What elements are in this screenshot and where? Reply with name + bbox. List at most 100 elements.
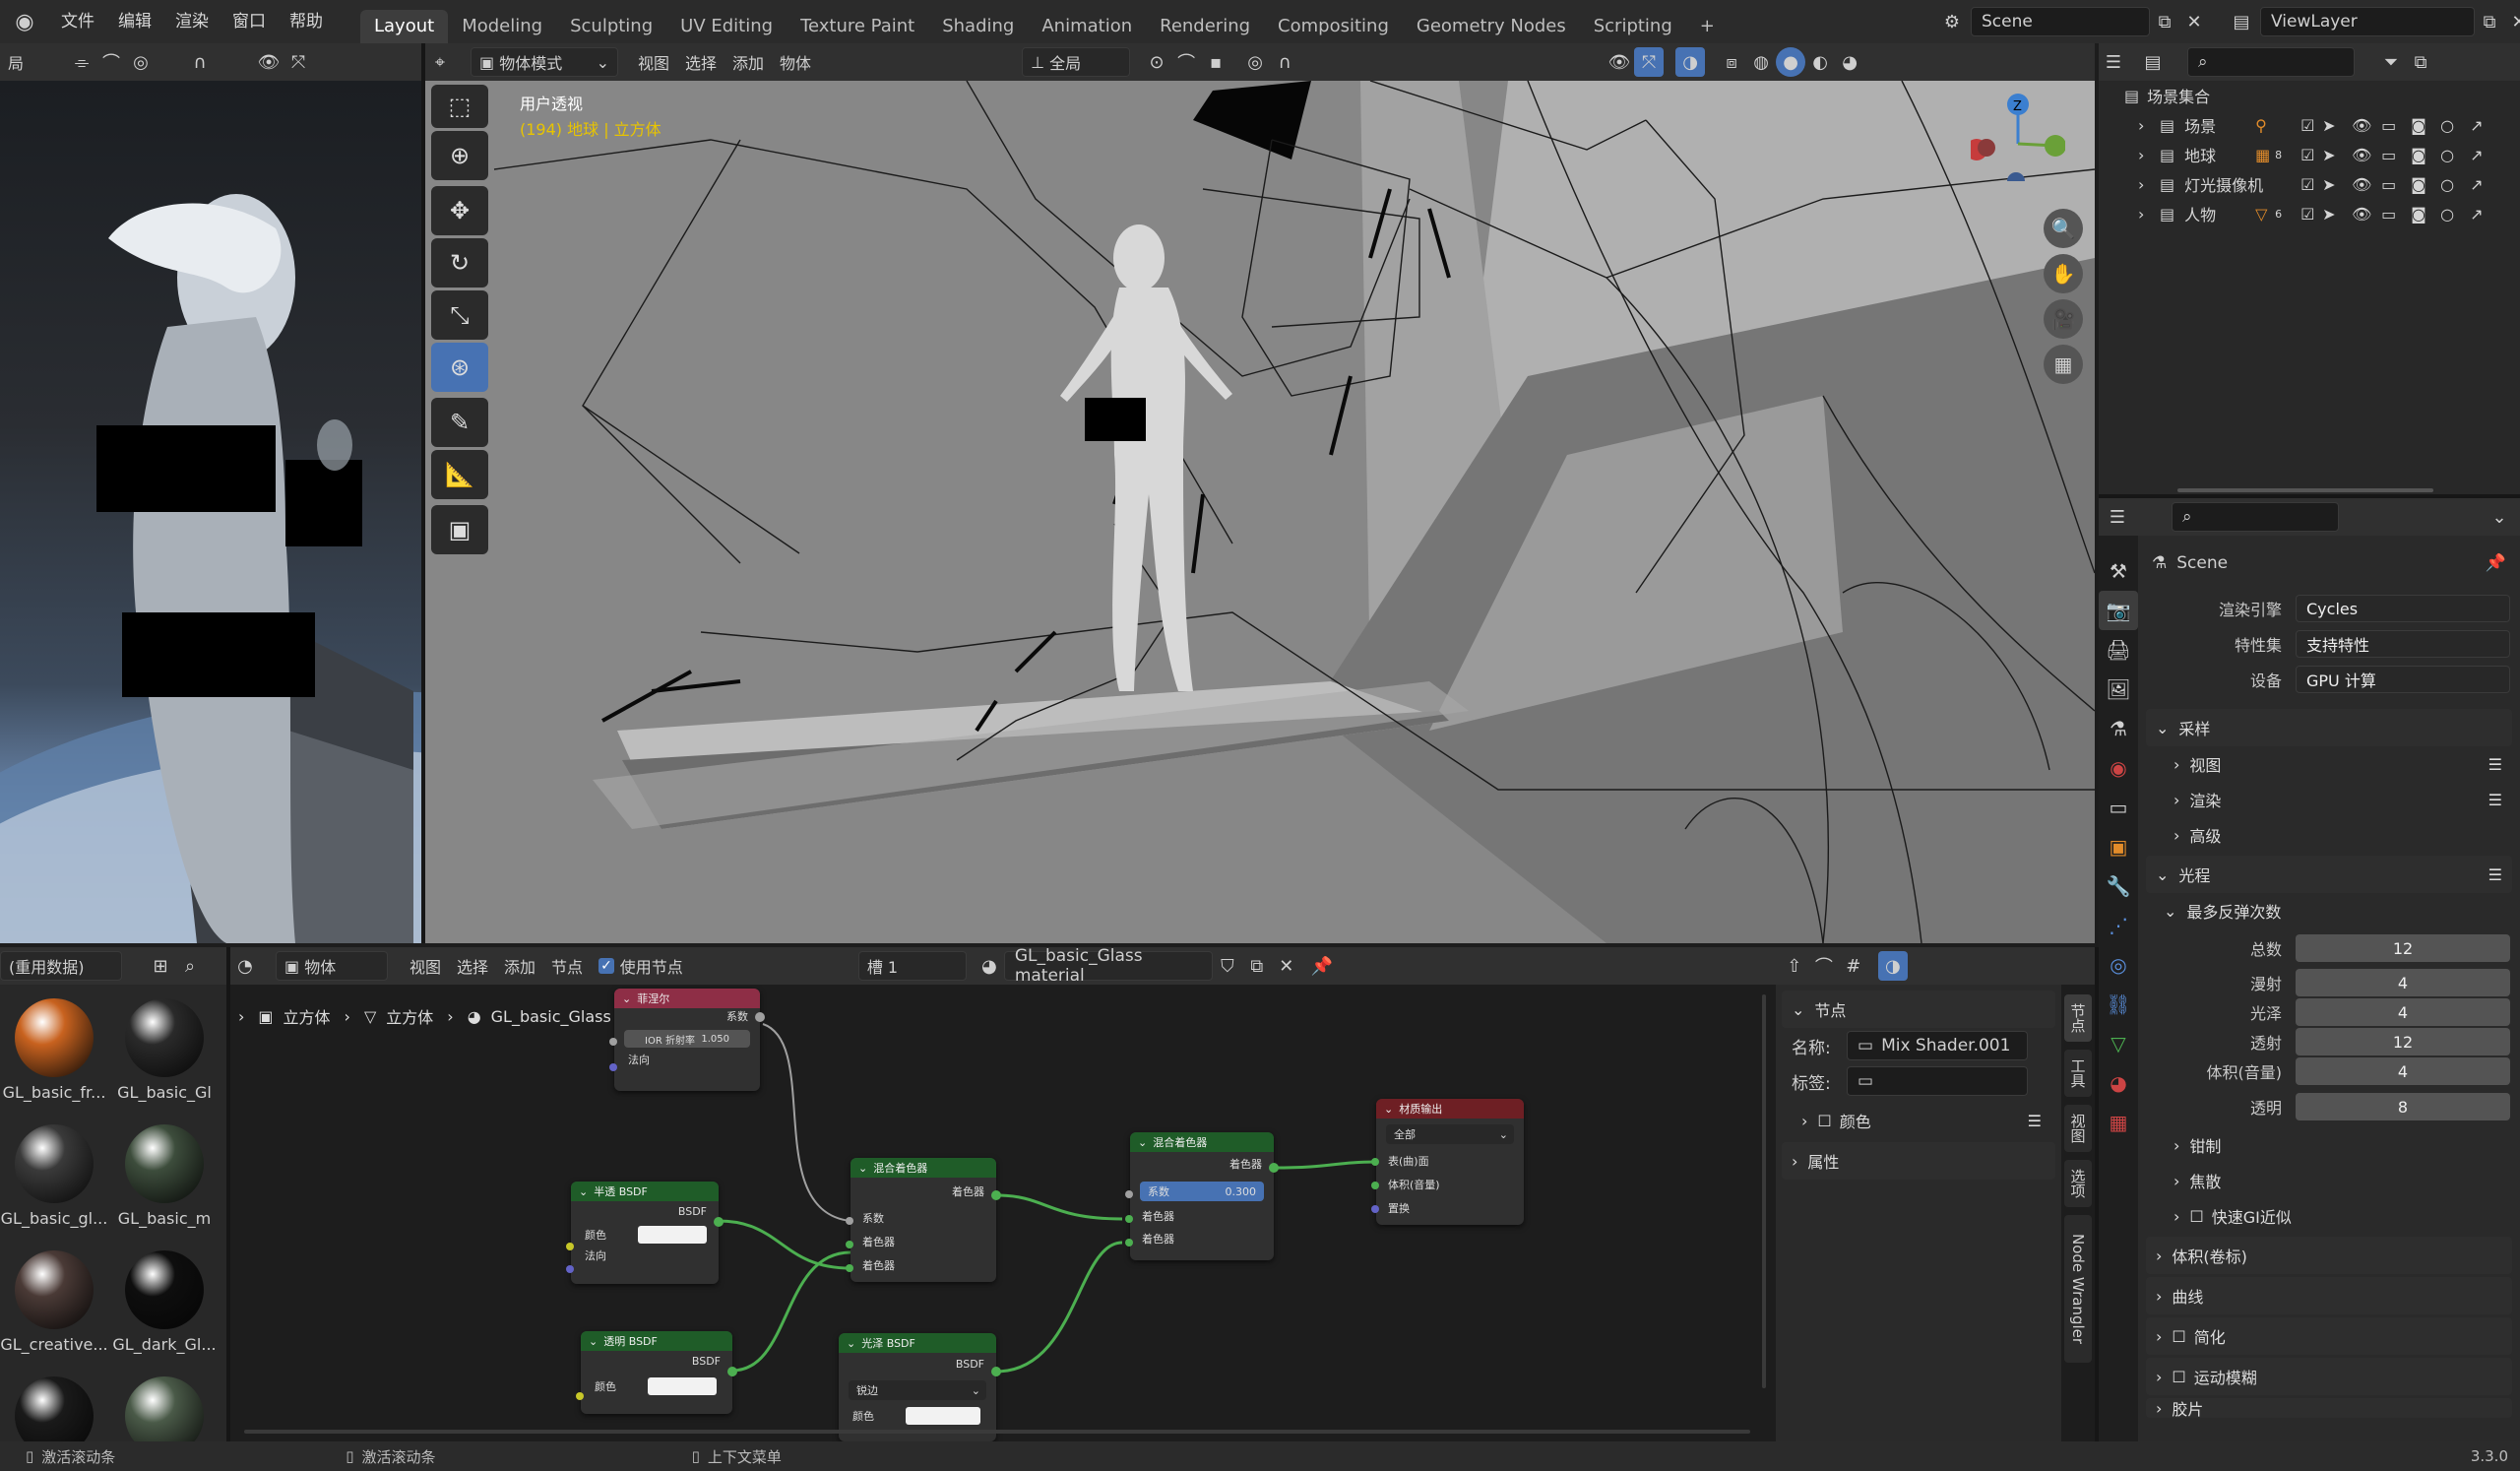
list-icon[interactable]: ☰ <box>2028 1112 2042 1130</box>
outliner-item-character[interactable]: › ▤ 人物 ▽ 6 ☑ ➤ 👁 ▭ ◙ ○ ↗ <box>2099 199 2520 228</box>
node-glossy-bsdf[interactable]: ⌄ 光泽 BSDF BSDF 锐边 ⌄ 颜色 <box>839 1333 1001 1441</box>
input-socket[interactable] <box>1125 1239 1133 1247</box>
viewlayer-icon[interactable]: ▤ <box>2227 7 2256 36</box>
snap-target-icon[interactable]: ▪ <box>1201 47 1230 77</box>
ior-field[interactable]: IOR 折射率 1.050 <box>624 1030 750 1048</box>
falloff-icon[interactable]: ∩ <box>1270 47 1299 77</box>
node-canvas-vscrollbar[interactable] <box>1762 994 1766 1388</box>
feature-set-dropdown[interactable]: 支持特性 <box>2296 630 2510 658</box>
eye-icon[interactable]: 👁 <box>2352 205 2381 224</box>
input-socket[interactable] <box>1125 1190 1133 1198</box>
snap-toggle-icon[interactable]: ⌒ <box>1171 47 1201 77</box>
menu-help[interactable]: 帮助 <box>278 0 335 43</box>
select-arrow-icon[interactable]: ➤ <box>2322 116 2352 135</box>
holdout-icon[interactable]: ○ <box>2440 116 2470 135</box>
material-thumb[interactable]: GL_basic_m <box>110 1119 219 1245</box>
monitor-icon[interactable]: ▭ <box>2381 205 2411 224</box>
outliner-search-input[interactable]: ⌕ <box>2187 47 2355 77</box>
monitor-icon[interactable]: ▭ <box>2381 116 2411 135</box>
node-name-field[interactable]: ▭ Mix Shader.001 <box>1847 1031 2028 1060</box>
tab-sculpting[interactable]: Sculpting <box>556 10 666 43</box>
material-thumb[interactable]: GL_dark_Gl... <box>110 1245 219 1371</box>
bounce-volume-field[interactable]: 4 <box>2296 1057 2510 1085</box>
outliner-item-lights-camera[interactable]: › ▤ 灯光摄像机 ☑ ➤ 👁 ▭ ◙ ○ ↗ <box>2099 169 2520 199</box>
target-dropdown[interactable]: 全部 ⌄ <box>1386 1124 1514 1144</box>
asset-library-dropdown[interactable]: (重用数据) <box>0 951 122 981</box>
list-icon[interactable]: ☰ <box>2488 865 2502 884</box>
sampling-viewport-subpanel[interactable]: › 视图 ☰ <box>2138 746 2520 782</box>
checkbox-icon[interactable]: ☐ <box>2172 1327 2185 1346</box>
output-socket[interactable] <box>991 1190 1001 1200</box>
physics-tab-icon[interactable]: ◎ <box>2099 945 2138 985</box>
checkbox-icon[interactable]: ☐ <box>2189 1207 2203 1226</box>
new-collection-icon[interactable]: ⧉ <box>2406 47 2435 77</box>
node-canvas-scrollbar[interactable] <box>244 1430 1750 1434</box>
viewlayer-name-field[interactable]: ViewLayer <box>2260 7 2475 36</box>
material-tab-icon[interactable]: ◕ <box>2099 1063 2138 1103</box>
material-thumb[interactable]: GL_basic_fr... <box>0 992 108 1119</box>
tab-uv-editing[interactable]: UV Editing <box>666 10 787 43</box>
proportional-edit-icon[interactable]: ◎ <box>1240 47 1270 77</box>
render-engine-dropdown[interactable]: Cycles <box>2296 595 2510 622</box>
sampling-render-subpanel[interactable]: › 渲染 ☰ <box>2138 782 2520 817</box>
xray-toggle-icon[interactable]: ⧈ <box>1717 47 1746 77</box>
object-tab-icon[interactable]: ▣ <box>2099 827 2138 866</box>
camera-icon[interactable]: ◙ <box>2411 205 2440 224</box>
world-tab-icon[interactable]: ◉ <box>2099 748 2138 788</box>
node-fresnel[interactable]: ⌄ 菲涅尔 系数 IOR 折射率 1.050 法向 <box>609 989 765 1091</box>
checkbox-icon[interactable]: ☑ <box>2300 205 2322 224</box>
max-bounces-subpanel[interactable]: ⌄ 最多反弹次数 <box>2138 893 2520 928</box>
bounce-transparent-field[interactable]: 8 <box>2296 1093 2510 1120</box>
input-socket[interactable] <box>566 1243 574 1250</box>
sidebar-tab-options[interactable]: 选项 <box>2064 1160 2092 1207</box>
snap-icon[interactable]: ⌒ <box>96 47 126 77</box>
eye-icon[interactable]: 👁 <box>2352 175 2381 194</box>
tab-modeling[interactable]: Modeling <box>448 10 556 43</box>
tab-layout[interactable]: Layout <box>360 10 449 43</box>
curve-icon[interactable]: ∩ <box>185 47 215 77</box>
pivot-icon[interactable]: ⊙ <box>1142 47 1171 77</box>
options-chevron-icon[interactable]: ⌄ <box>2485 502 2514 532</box>
editor-type-dropdown[interactable]: 局 <box>0 47 32 77</box>
input-socket[interactable] <box>566 1265 574 1273</box>
viewport-menu-view[interactable]: 视图 <box>630 47 677 77</box>
gizmo-toggle-icon[interactable]: ⤧ <box>1634 47 1665 77</box>
overlay-toggle-icon[interactable]: ◑ <box>1877 951 1908 981</box>
input-socket[interactable] <box>1371 1182 1379 1189</box>
add-cube-tool[interactable]: ▣ <box>431 505 488 554</box>
sampling-advanced-subpanel[interactable]: › 高级 <box>2138 817 2520 853</box>
sidebar-tab-node[interactable]: 节点 <box>2064 994 2092 1042</box>
parent-node-icon[interactable]: ⇧ <box>1780 951 1809 981</box>
viewport-menu-select[interactable]: 选择 <box>677 47 724 77</box>
volumes-panel-header[interactable]: › 体积(卷标) <box>2146 1237 2512 1274</box>
caustics-subpanel[interactable]: › 焦散 <box>2138 1163 2520 1198</box>
factor-slider[interactable]: 系数 0.300 <box>1140 1182 1264 1201</box>
input-socket[interactable] <box>846 1217 853 1225</box>
holdout-icon[interactable]: ○ <box>2440 146 2470 164</box>
snap-grid-icon[interactable]: # <box>1839 951 1868 981</box>
select-arrow-icon[interactable]: ➤ <box>2322 146 2352 164</box>
node-translucent-bsdf[interactable]: ⌄ 半透 BSDF BSDF 颜色 法向 <box>566 1182 724 1284</box>
transform-orientation-dropdown[interactable]: ⊥ 全局 <box>1022 47 1131 77</box>
camera-icon[interactable]: ◙ <box>2411 116 2440 135</box>
lasso-icon[interactable]: ⌯ <box>67 47 96 77</box>
properties-editor-type-icon[interactable]: ☰ <box>2103 502 2132 532</box>
checkbox-icon[interactable]: ☐ <box>2172 1368 2185 1386</box>
indirect-icon[interactable]: ↗ <box>2470 175 2483 194</box>
visibility-icon[interactable]: 👁 <box>254 47 284 77</box>
object-visibility-icon[interactable]: 👁 <box>1605 47 1634 77</box>
input-socket[interactable] <box>846 1264 853 1272</box>
gizmo-icon[interactable]: ⤧ <box>284 47 313 77</box>
particles-tab-icon[interactable]: ⋰ <box>2099 906 2138 945</box>
menu-edit[interactable]: 编辑 <box>106 0 163 43</box>
node-color-subpanel[interactable]: › ☐ 颜色 ☰ <box>1776 1103 2061 1138</box>
holdout-icon[interactable]: ○ <box>2440 175 2470 194</box>
output-socket[interactable] <box>755 1012 765 1022</box>
output-socket[interactable] <box>727 1367 737 1376</box>
viewport-menu-add[interactable]: 添加 <box>724 47 772 77</box>
camera-icon[interactable]: ◙ <box>2411 175 2440 194</box>
color-swatch[interactable] <box>906 1407 980 1425</box>
color-swatch[interactable] <box>648 1377 717 1395</box>
tab-rendering[interactable]: Rendering <box>1146 10 1264 43</box>
node-menu-view[interactable]: 视图 <box>402 951 449 981</box>
